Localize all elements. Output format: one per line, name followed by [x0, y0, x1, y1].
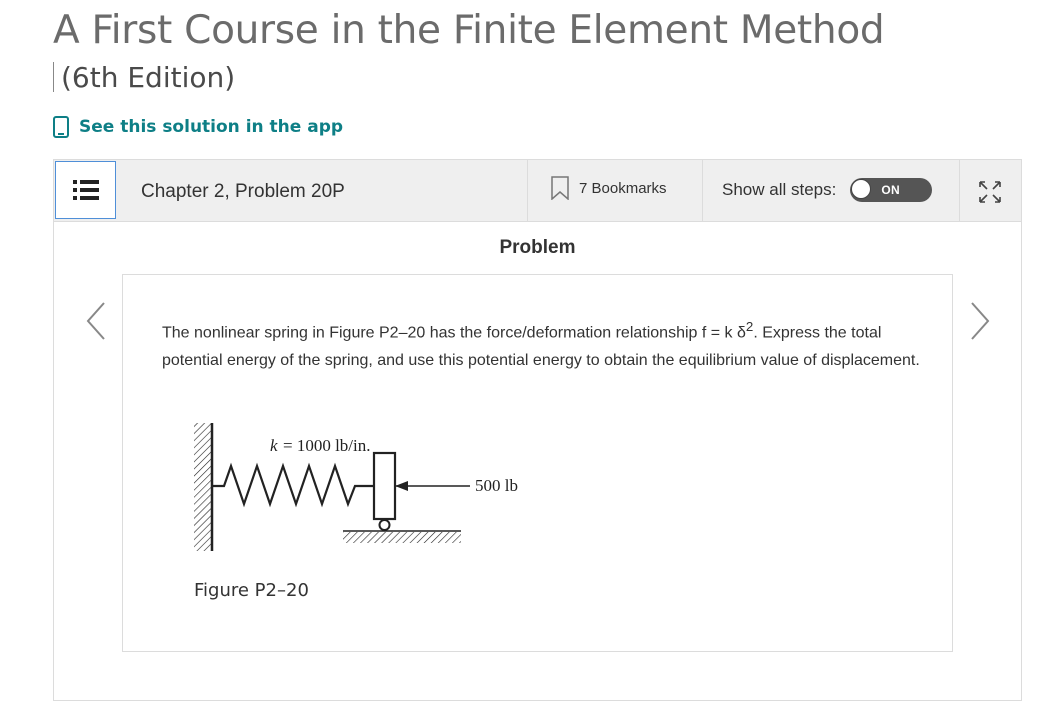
edition-row: (6th Edition): [53, 58, 235, 96]
see-solution-in-app-link[interactable]: See this solution in the app: [53, 116, 343, 138]
toolbar-divider: [527, 160, 528, 221]
ground: [343, 532, 461, 543]
expand-icon: [979, 181, 1001, 203]
toolbar: Chapter 2, Problem 20P 7 Bookmarks Show …: [54, 160, 1021, 222]
spring-constant-value: = 1000 lb/in.: [283, 436, 371, 455]
table-of-contents-button[interactable]: [55, 161, 116, 219]
problem-heading: Problem: [499, 237, 576, 258]
figure-p2-20: k = 1000 lb/in. 500 lb Figure P2–20: [194, 423, 518, 601]
problem-statement: The nonlinear spring in Figure P2–20 has…: [162, 313, 922, 375]
chapter-problem-label: Chapter 2, Problem 20P: [141, 181, 345, 202]
app-link-label: See this solution in the app: [79, 117, 344, 137]
show-all-steps-toggle[interactable]: ON: [850, 178, 933, 202]
show-all-steps-label: Show all steps:: [722, 180, 837, 199]
bookmark-icon: [551, 176, 569, 200]
problem-text-part: The nonlinear spring in Figure P2–20 has…: [162, 324, 746, 342]
toggle-knob: [851, 179, 872, 199]
toolbar-divider: [959, 160, 960, 221]
force-label: 500 lb: [475, 476, 518, 495]
fixed-wall: [194, 423, 211, 551]
bookmarks-count: 7 Bookmarks: [579, 179, 667, 197]
book-edition: (6th Edition): [61, 60, 236, 94]
solution-panel: Chapter 2, Problem 20P 7 Bookmarks Show …: [53, 159, 1022, 701]
text-cursor: [53, 62, 54, 92]
toolbar-divider: [702, 160, 703, 221]
figure-caption: Figure P2–20: [194, 580, 309, 601]
chevron-right-icon[interactable]: [967, 298, 993, 344]
toggle-state: ON: [881, 183, 900, 197]
list-icon: [72, 180, 99, 200]
chevron-left-icon[interactable]: [83, 298, 109, 344]
problem-content: The nonlinear spring in Figure P2–20 has…: [122, 274, 953, 652]
show-all-steps: Show all steps: ON: [722, 178, 933, 202]
spring-constant-symbol: k: [270, 436, 278, 455]
expand-button[interactable]: [976, 178, 1004, 206]
book-title: A First Course in the Finite Element Met…: [53, 8, 885, 53]
phone-icon: [53, 116, 69, 138]
bookmarks-button[interactable]: 7 Bookmarks: [551, 176, 667, 200]
roller: [378, 519, 391, 531]
block: [372, 451, 397, 521]
spring: [212, 462, 374, 508]
